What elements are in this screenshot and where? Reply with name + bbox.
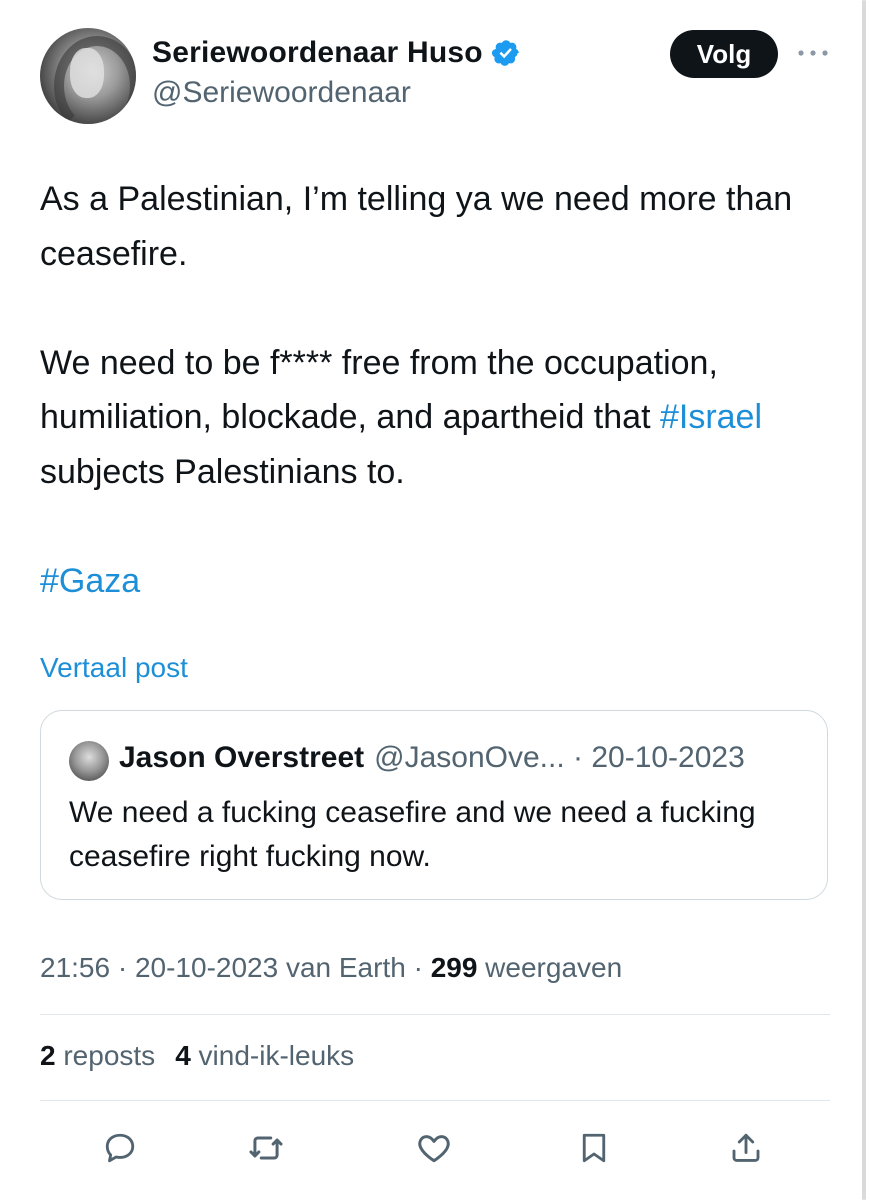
name-row: Seriewoordenaar Huso	[152, 36, 521, 70]
timestamp: 21:56 · 20-10-2023 van Earth ·	[40, 952, 431, 983]
author-display-name[interactable]: Seriewoordenaar Huso	[152, 36, 483, 70]
avatar[interactable]	[40, 28, 136, 124]
hashtag-israel[interactable]: #Israel	[660, 398, 762, 436]
reply-icon	[105, 1133, 135, 1163]
share-button[interactable]	[726, 1128, 766, 1168]
translate-post-link[interactable]: Vertaal post	[40, 652, 188, 684]
quoted-tweet[interactable]: Jason Overstreet @JasonOve... · 20-10-20…	[40, 710, 828, 900]
divider	[40, 1100, 830, 1101]
tweet-paragraph-2: We need to be f**** free from the occupa…	[40, 343, 772, 491]
reposts-stat[interactable]: 2 reposts	[40, 1040, 155, 1071]
quoted-avatar	[69, 741, 109, 781]
quoted-header: Jason Overstreet @JasonOve... · 20-10-20…	[119, 741, 745, 775]
bookmark-button[interactable]	[574, 1128, 614, 1168]
bookmark-icon	[582, 1133, 606, 1163]
engagement-stats: 2 reposts 4 vind-ik-leuks	[40, 1040, 354, 1072]
tweet-paragraph-1: As a Palestinian, I’m telling ya we need…	[40, 180, 802, 273]
likes-stat[interactable]: 4 vind-ik-leuks	[175, 1040, 354, 1071]
scrollbar[interactable]	[862, 0, 866, 1200]
tweet-meta: 21:56 · 20-10-2023 van Earth · 299 weerg…	[40, 952, 622, 984]
like-button[interactable]	[414, 1128, 454, 1168]
heart-icon	[418, 1135, 450, 1163]
verified-badge-icon	[491, 40, 519, 66]
tweet-header: Seriewoordenaar Huso @Seriewoordenaar Vo…	[40, 28, 840, 128]
divider	[40, 1014, 830, 1015]
hashtag-gaza[interactable]: #Gaza	[40, 562, 140, 600]
quoted-text: We need a fucking ceasefire and we need …	[69, 796, 756, 873]
action-bar	[100, 1128, 780, 1168]
views-label: weergaven	[477, 952, 623, 983]
repost-button[interactable]	[246, 1128, 286, 1168]
reply-button[interactable]	[100, 1128, 140, 1168]
repost-icon	[249, 1136, 283, 1160]
author-handle[interactable]: @Seriewoordenaar	[152, 76, 411, 110]
views-count: 299	[430, 952, 478, 983]
more-options-icon[interactable]	[796, 48, 830, 58]
follow-button[interactable]: Volg	[670, 30, 778, 78]
quoted-author-name: Jason Overstreet	[119, 741, 365, 774]
share-icon	[732, 1133, 760, 1162]
quoted-author-meta: @JasonOve... · 20-10-2023	[374, 741, 745, 774]
tweet-body: As a Palestinian, I’m telling ya we need…	[40, 172, 840, 608]
